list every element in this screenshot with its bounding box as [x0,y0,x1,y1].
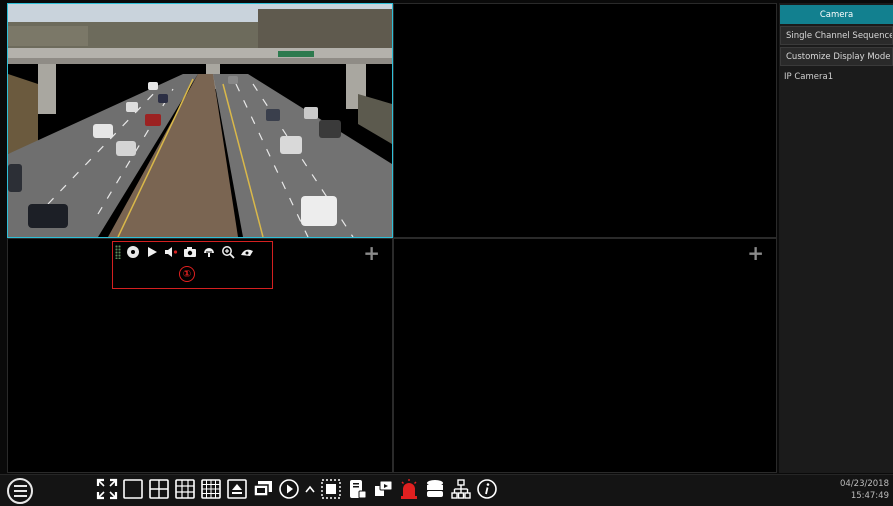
crop-icon[interactable] [320,478,342,500]
add-camera-icon[interactable]: + [747,243,764,263]
live-view-screen: + ① + Camera Single Channel Sequence Cus… [0,0,893,506]
fullscreen-icon[interactable] [96,478,118,500]
audio-icon[interactable] [164,245,178,259]
play-icon[interactable] [278,478,300,500]
camera-feed-image [8,4,392,237]
network-icon[interactable] [450,478,472,500]
manual-record-icon[interactable] [372,478,394,500]
layout-4-icon[interactable] [148,478,170,500]
layout-1-icon[interactable] [122,478,144,500]
clock-time: 15:47:49 [850,491,889,501]
layout-16-icon[interactable] [200,478,222,500]
add-camera-icon[interactable]: + [363,243,380,263]
video-tile-4[interactable]: + [393,238,777,473]
storage-icon[interactable] [424,478,446,500]
record-icon[interactable] [202,245,216,259]
customize-display-mode-button[interactable]: Customize Display Mode [780,47,893,66]
bottom-toolbar: 04/23/2018 15:47:49 [0,474,893,506]
layout-9-icon[interactable] [174,478,196,500]
alarm-icon[interactable] [398,478,420,500]
start-menu-icon[interactable] [7,478,33,504]
video-tile-2[interactable] [393,3,777,238]
drag-handle-icon[interactable] [115,245,121,259]
expand-up-icon[interactable] [304,478,316,500]
play-icon[interactable] [145,245,159,259]
snapshot-icon[interactable] [183,245,197,259]
ptz-icon[interactable] [126,245,140,259]
camera-toolbar: ① [112,241,273,289]
video-tile-3[interactable]: + ① [7,238,393,473]
clock-date: 04/23/2018 [840,479,889,489]
info-icon[interactable] [476,478,498,500]
camera-list-item[interactable]: IP Camera1 [784,72,833,82]
clock: 04/23/2018 15:47:49 [840,478,889,502]
single-channel-sequence-button[interactable]: Single Channel Sequence [780,26,893,45]
video-grid: + ① + [7,3,777,473]
tab-camera[interactable]: Camera [780,5,893,24]
video-tile-1[interactable] [7,3,393,238]
layout-custom-icon[interactable] [226,478,248,500]
zoom-in-icon[interactable] [221,245,235,259]
right-sidebar: Camera Single Channel Sequence Customize… [779,3,893,473]
sequence-icon[interactable] [252,478,274,500]
smart-detect-icon[interactable] [240,245,254,259]
callout-marker: ① [179,266,195,282]
disk-icon[interactable] [346,478,368,500]
